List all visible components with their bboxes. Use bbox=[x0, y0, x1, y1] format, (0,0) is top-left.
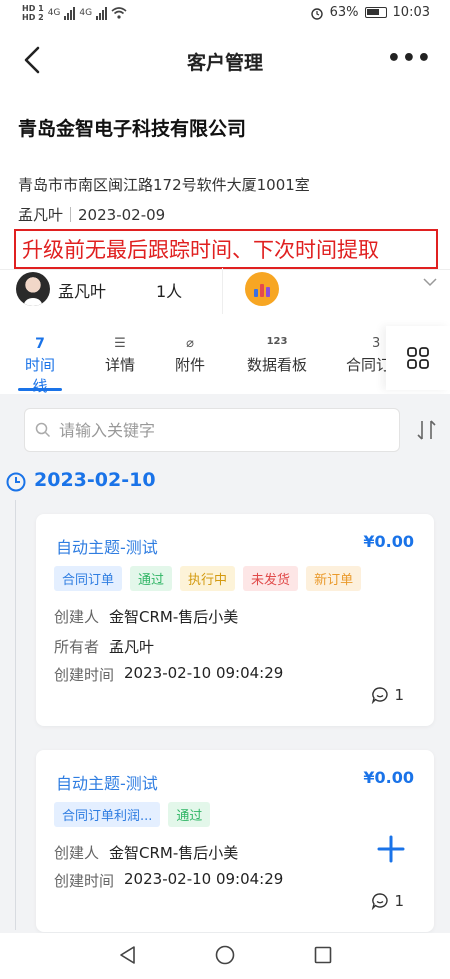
company-meta: 孟凡叶 2023-02-09 bbox=[18, 204, 165, 225]
active-tab-indicator bbox=[18, 388, 62, 391]
search-icon bbox=[35, 422, 51, 438]
clock-icon bbox=[6, 472, 26, 492]
tag-status: 执行中 bbox=[180, 566, 236, 591]
tag-order-kind: 新订单 bbox=[306, 566, 362, 591]
tab-details[interactable]: ☰ 详情 bbox=[98, 336, 142, 375]
system-home-icon[interactable] bbox=[215, 945, 235, 965]
details-icon: ☰ bbox=[114, 336, 126, 351]
field-label: 创建时间 bbox=[54, 666, 115, 684]
tab-timeline-count: 7 bbox=[35, 336, 45, 352]
search-area bbox=[0, 394, 450, 464]
clock-time: 10:03 bbox=[392, 5, 430, 20]
owner-name: 孟凡叶 bbox=[58, 282, 107, 301]
field-label: 创建时间 bbox=[54, 872, 115, 890]
hd2-label: HD 2 bbox=[22, 13, 44, 22]
more-options-icon[interactable]: ••• bbox=[387, 46, 432, 71]
card-tags: 合同订单利润... 通过 bbox=[54, 802, 211, 827]
numbers-icon: 123 bbox=[266, 336, 288, 347]
nav-bar: 客户管理 ••• bbox=[0, 28, 450, 92]
field-creator: 创建人 金智CRM-售后小美 bbox=[54, 842, 238, 863]
comment-count: 1 bbox=[394, 892, 404, 910]
field-owner: 所有者 孟凡叶 bbox=[54, 636, 154, 657]
tab-bar: 7 时间线 ☰ 详情 ⌀ 附件 123 数据看板 3 合同订 bbox=[0, 322, 450, 396]
owner-count: 1人 bbox=[156, 282, 183, 301]
field-created-time: 创建时间 2023-02-10 09:04:29 bbox=[54, 664, 283, 685]
wifi-icon bbox=[111, 7, 127, 19]
field-value: 2023-02-10 09:04:29 bbox=[124, 870, 284, 888]
comment-icon bbox=[372, 893, 389, 910]
field-label: 创建人 bbox=[54, 608, 100, 626]
tag-approval: 通过 bbox=[168, 802, 211, 827]
comment-icon bbox=[372, 687, 389, 704]
field-value: 金智CRM-售后小美 bbox=[109, 844, 239, 862]
field-created-time: 创建时间 2023-02-10 09:04:29 bbox=[54, 870, 283, 891]
tab-dashboard[interactable]: 123 数据看板 bbox=[240, 336, 314, 375]
timeline-card[interactable]: 自动主题-测试 ¥0.00 合同订单 通过 执行中 未发货 新订单 创建人 金智… bbox=[36, 514, 434, 726]
system-nav-bar bbox=[0, 933, 450, 979]
network-type-2: 4G bbox=[79, 8, 93, 18]
tab-attachments-label: 附件 bbox=[174, 356, 205, 374]
meta-divider bbox=[70, 207, 72, 222]
company-name: 青岛金智电子科技有限公司 bbox=[18, 118, 247, 140]
grid-menu-button[interactable] bbox=[386, 326, 450, 390]
field-label: 所有者 bbox=[54, 638, 100, 656]
timeline-line bbox=[15, 500, 16, 930]
battery-icon bbox=[364, 7, 387, 18]
company-address: 青岛市市南区闽江路172号软件大厦1001室 bbox=[18, 176, 310, 194]
field-creator: 创建人 金智CRM-售后小美 bbox=[54, 606, 238, 627]
search-box[interactable] bbox=[24, 408, 400, 452]
system-back-icon[interactable] bbox=[118, 945, 138, 965]
hd1-label: HD 1 bbox=[22, 4, 44, 13]
chevron-down-icon[interactable] bbox=[422, 274, 438, 290]
search-input[interactable] bbox=[59, 420, 359, 440]
tag-type: 合同订单 bbox=[54, 566, 123, 591]
sort-icon[interactable] bbox=[416, 418, 438, 442]
timeline-date-row: 2023-02-10 bbox=[0, 466, 450, 500]
field-label: 创建人 bbox=[54, 844, 100, 862]
company-header: 青岛金智电子科技有限公司 青岛市市南区闽江路172号软件大厦1001室 孟凡叶 … bbox=[0, 92, 450, 322]
battery-percent: 63% bbox=[329, 5, 359, 20]
network-type-1: 4G bbox=[47, 8, 61, 18]
divider bbox=[222, 268, 223, 314]
card-amount: ¥0.00 bbox=[363, 532, 414, 551]
tab-timeline[interactable]: 7 时间线 bbox=[18, 336, 62, 396]
signal-icon bbox=[64, 6, 76, 20]
field-value: 孟凡叶 bbox=[109, 638, 155, 656]
tag-approval: 通过 bbox=[130, 566, 173, 591]
owner-row[interactable]: 孟凡叶 1人 bbox=[0, 268, 450, 322]
alarm-icon bbox=[310, 7, 323, 20]
card-amount: ¥0.00 bbox=[363, 768, 414, 787]
tab-attachments[interactable]: ⌀ 附件 bbox=[168, 336, 212, 375]
card-tags: 合同订单 通过 执行中 未发货 新订单 bbox=[54, 566, 362, 591]
tab-dashboard-label: 数据看板 bbox=[246, 356, 307, 374]
upgrade-notice: 升级前无最后跟踪时间、下次时间提取 bbox=[14, 229, 438, 269]
page-title: 客户管理 bbox=[186, 52, 263, 74]
field-value: 2023-02-10 09:04:29 bbox=[124, 664, 284, 682]
system-recent-apps-icon[interactable] bbox=[314, 946, 332, 964]
paperclip-icon: ⌀ bbox=[186, 336, 194, 351]
card-title[interactable]: 自动主题-测试 bbox=[56, 770, 158, 794]
comment-button[interactable]: 1 bbox=[371, 892, 404, 910]
tag-type: 合同订单利润... bbox=[54, 802, 161, 827]
comment-button[interactable]: 1 bbox=[371, 686, 404, 704]
bar-chart-icon[interactable] bbox=[245, 272, 279, 306]
status-bar: HD 1 HD 2 4G 4G 63% 10:03 bbox=[0, 0, 450, 28]
timeline-card[interactable]: 自动主题-测试 ¥0.00 合同订单利润... 通过 创建人 金智CRM-售后小… bbox=[36, 750, 434, 932]
tab-contracts-label: 合同订 bbox=[346, 356, 392, 374]
field-value: 金智CRM-售后小美 bbox=[109, 608, 239, 626]
tab-details-label: 详情 bbox=[104, 356, 135, 374]
comment-count: 1 bbox=[394, 686, 404, 704]
add-icon[interactable] bbox=[376, 834, 406, 864]
grid-icon bbox=[407, 347, 429, 369]
signal-indicators: HD 1 HD 2 4G 4G bbox=[22, 4, 127, 22]
company-date: 2023-02-09 bbox=[78, 205, 166, 224]
tag-shipping: 未发货 bbox=[243, 566, 299, 591]
timeline-date: 2023-02-10 bbox=[34, 469, 156, 491]
signal-icon-2 bbox=[96, 6, 108, 20]
avatar bbox=[16, 272, 50, 306]
company-owner: 孟凡叶 bbox=[18, 206, 64, 224]
card-title[interactable]: 自动主题-测试 bbox=[56, 534, 158, 558]
